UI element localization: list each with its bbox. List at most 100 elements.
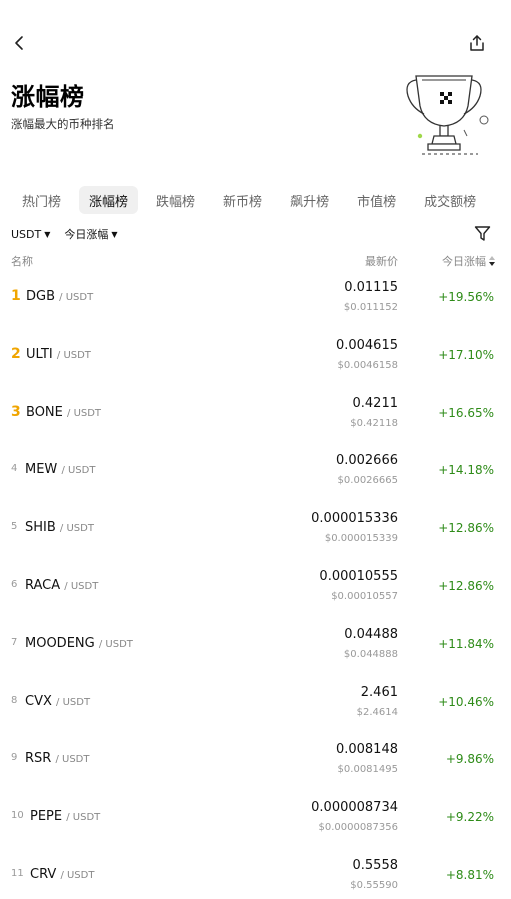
base-symbol: RSR xyxy=(25,751,52,767)
change-percent: +9.86% xyxy=(445,752,494,767)
base-symbol: RACA xyxy=(25,577,61,593)
rank-number: 3 xyxy=(11,403,21,420)
trading-pair: RSR / USDT xyxy=(25,751,90,766)
table-row[interactable]: 6 RACA / USDT 0.00010555 $0.00010557 +12.86% xyxy=(0,559,511,617)
rank-number: 5 xyxy=(11,521,18,533)
usd-price: $0.044888 xyxy=(343,648,398,660)
trophy-illustration xyxy=(406,75,489,155)
tab-market-cap[interactable]: 市值榜 xyxy=(347,186,406,214)
usd-price: $0.0081495 xyxy=(337,764,398,776)
quote-symbol: / USDT xyxy=(64,580,99,592)
last-price: 0.002666 xyxy=(335,453,398,469)
table-row[interactable]: 7 MOODENG / USDT 0.04488 $0.044888 +11.84% xyxy=(0,617,511,675)
last-price: 0.01115 xyxy=(344,280,398,295)
base-symbol: MEW xyxy=(25,462,58,478)
page-subtitle: 涨幅最大的币种排名 xyxy=(11,117,115,131)
change-percent: +12.86% xyxy=(438,578,494,593)
rank-number: 2 xyxy=(11,345,21,362)
quote-symbol: / USDT xyxy=(56,696,91,708)
quote-symbol: / USDT xyxy=(59,523,94,535)
change-percent: +16.65% xyxy=(438,405,494,420)
sort-icon xyxy=(489,256,495,266)
base-symbol: SHIB xyxy=(25,520,56,536)
table-row[interactable]: 4 MEW / USDT 0.002666 $0.0026665 +14.18% xyxy=(0,443,511,501)
usd-price: $0.00010557 xyxy=(331,590,398,602)
trading-pair: PEPE / USDT xyxy=(30,809,100,824)
trading-pair: SHIB / USDT xyxy=(25,520,94,535)
share-icon xyxy=(470,35,484,51)
last-price: 0.5558 xyxy=(352,857,399,873)
usd-price: $2.4614 xyxy=(356,706,398,718)
period-label: 今日涨幅 xyxy=(64,228,109,241)
period-dropdown[interactable]: 今日涨幅 ▼ xyxy=(64,226,117,242)
base-symbol: MOODENG xyxy=(25,635,95,651)
quote-symbol: / USDT xyxy=(60,869,95,881)
table-row[interactable]: 8 CVX / USDT 2.461 $2.4614 +10.46% xyxy=(0,675,511,733)
quote-symbol: / USDT xyxy=(59,292,94,303)
usd-price: $0.0026665 xyxy=(337,475,398,487)
column-header-name: 名称 xyxy=(11,255,33,268)
trading-pair: RACA / USDT xyxy=(25,578,98,593)
table-row[interactable]: 10 PEPE / USDT 0.000008734 $0.0000087356 +9.… xyxy=(0,790,511,848)
trading-pair: CVX / USDT xyxy=(25,694,90,709)
tab-losers[interactable]: 跌幅榜 xyxy=(146,186,205,214)
chevron-left-icon xyxy=(15,36,23,50)
rank-number: 11 xyxy=(11,867,24,879)
last-price: 0.000008734 xyxy=(311,800,398,816)
base-symbol: DGB xyxy=(26,289,56,304)
table-row[interactable]: 1 DGB / USDT 0.01115 $0.011152 +19.56% xyxy=(0,270,511,328)
caret-down-icon: ▼ xyxy=(111,229,118,239)
usd-price: $0.0046158 xyxy=(337,359,398,371)
tab-surging[interactable]: 飙升榜 xyxy=(280,186,339,214)
tab-volume[interactable]: 成交额榜 xyxy=(414,186,486,214)
page-title: 涨幅榜 xyxy=(11,83,85,111)
column-header-change[interactable]: 今日涨幅 xyxy=(442,253,495,269)
table-row[interactable]: 5 SHIB / USDT 0.000015336 $0.000015339 +12.8… xyxy=(0,501,511,559)
change-percent: +17.10% xyxy=(438,347,494,362)
usd-price: $0.0000087356 xyxy=(318,822,398,834)
tab-gainers[interactable]: 涨幅榜 xyxy=(79,186,139,214)
trading-pair: CRV / USDT xyxy=(30,867,94,882)
change-percent: +9.22% xyxy=(445,810,494,825)
table-row[interactable]: 3 BONE / USDT 0.4211 $0.42118 +16.65% xyxy=(0,386,511,444)
column-header-change-label: 今日涨幅 xyxy=(442,255,486,268)
table-row[interactable]: 9 RSR / USDT 0.008148 $0.0081495 +9.86% xyxy=(0,732,511,790)
rank-number: 6 xyxy=(11,578,18,590)
table-row[interactable]: 11 CRV / USDT 0.5558 $0.55590 +8.81% xyxy=(0,848,511,899)
trading-pair: ULTI / USDT xyxy=(26,347,91,362)
change-percent: +10.46% xyxy=(438,694,494,709)
last-price: 0.004615 xyxy=(335,337,398,353)
base-symbol: PEPE xyxy=(30,809,63,825)
filter-button[interactable] xyxy=(473,224,491,242)
category-tabs: 热门榜 涨幅榜 跌幅榜 新币榜 飙升榜 市值榜 成交额榜 xyxy=(12,186,486,214)
tab-hot[interactable]: 热门榜 xyxy=(12,186,71,214)
trading-pair: MEW / USDT xyxy=(25,462,95,477)
usd-price: $0.000015339 xyxy=(324,533,398,545)
usd-price: $0.42118 xyxy=(350,417,398,429)
column-header-price[interactable]: 最新价 xyxy=(365,253,398,269)
table-row[interactable]: 2 ULTI / USDT 0.004615 $0.0046158 +17.10% xyxy=(0,328,511,386)
base-symbol: CRV xyxy=(30,866,57,882)
caret-down-icon: ▼ xyxy=(44,229,51,239)
share-button[interactable] xyxy=(465,31,489,55)
rank-number: 7 xyxy=(11,636,18,648)
filter-bar: USDT ▼ 今日涨幅 ▼ xyxy=(11,226,118,242)
last-price: 0.000015336 xyxy=(311,511,398,527)
quote-symbol: / USDT xyxy=(98,638,133,650)
trading-pair: BONE / USDT xyxy=(26,405,101,420)
quote-symbol: / USDT xyxy=(66,812,101,824)
tab-new-listings[interactable]: 新币榜 xyxy=(213,186,272,214)
filter-icon xyxy=(474,225,490,241)
last-price: 2.461 xyxy=(360,684,398,700)
back-button[interactable] xyxy=(6,30,32,56)
rank-number: 4 xyxy=(11,463,18,475)
quote-symbol: / USDT xyxy=(55,754,90,766)
rank-number: 8 xyxy=(11,694,18,706)
change-percent: +14.18% xyxy=(438,463,494,478)
last-price: 0.04488 xyxy=(344,626,398,642)
change-percent: +8.81% xyxy=(445,867,494,882)
rank-number: 10 xyxy=(11,810,24,822)
quote-currency-label: USDT xyxy=(11,227,42,241)
quote-currency-dropdown[interactable]: USDT ▼ xyxy=(11,226,50,242)
trading-pair: DGB / USDT xyxy=(26,289,93,304)
